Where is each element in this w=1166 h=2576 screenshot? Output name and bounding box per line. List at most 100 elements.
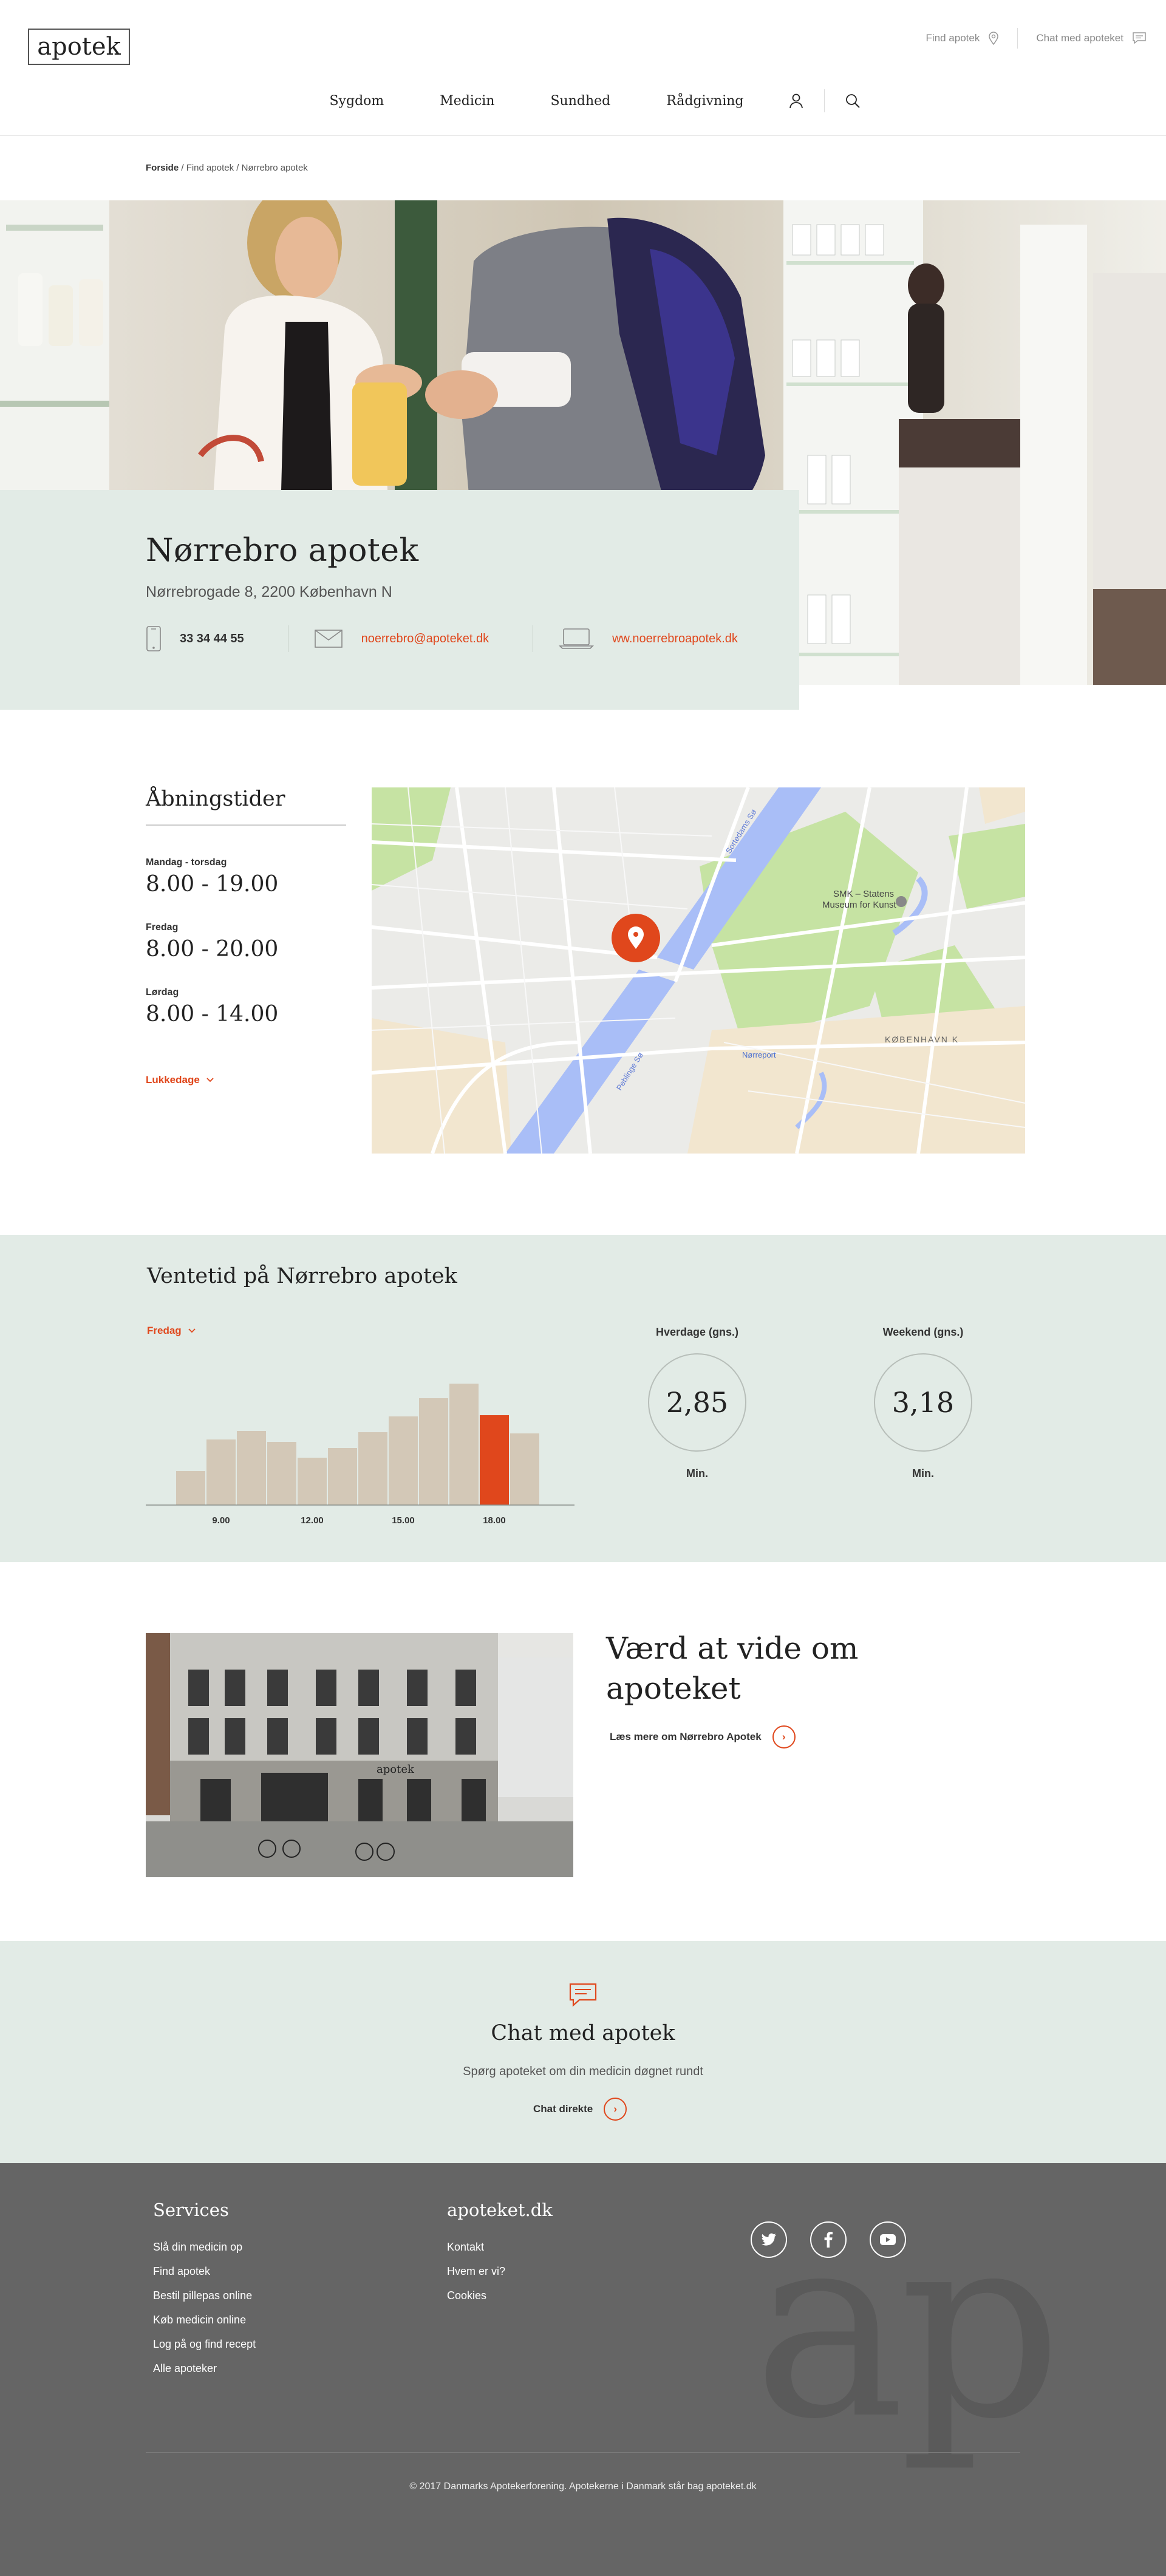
read-more-link[interactable]: Læs mere om Nørrebro Apotek › — [610, 1725, 796, 1748]
nav-medicin[interactable]: Medicin — [440, 93, 494, 109]
footer-link[interactable]: Bestil pillepas online — [153, 2289, 256, 2302]
chart-bar[interactable] — [237, 1431, 266, 1505]
chart-bar[interactable] — [358, 1432, 387, 1505]
weekday-stat: Hverdage (gns.) 2,85 Min. — [636, 1326, 758, 1480]
opening-day: Lørdag 8.00 - 14.00 — [146, 987, 346, 1027]
chat-label: Chat med apoteket — [1036, 32, 1123, 44]
map-pin-icon[interactable] — [612, 914, 660, 962]
about-title: Værd at vide om apoteket — [606, 1631, 859, 1706]
map-label-station: Nørreport — [742, 1050, 776, 1059]
chart-tick-label: 12.00 — [301, 1515, 324, 1526]
stat-unit: Min. — [686, 1467, 708, 1480]
day-hours: 8.00 - 14.00 — [146, 1002, 279, 1027]
footer-link[interactable]: Alle apoteker — [153, 2362, 256, 2375]
read-more-label: Læs mere om Nørrebro Apotek — [610, 1731, 762, 1742]
chart-tick-label: 18.00 — [483, 1515, 506, 1526]
chat-link[interactable]: Chat med apoteket — [1036, 32, 1147, 45]
email-contact[interactable]: noerrebro@apoteket.dk — [314, 625, 559, 652]
youtube-icon[interactable] — [870, 2221, 906, 2258]
chevron-down-icon — [188, 1328, 196, 1333]
footer-link[interactable]: Hvem er vi? — [447, 2265, 553, 2278]
find-apotek-label: Find apotek — [926, 32, 980, 44]
phone-icon — [146, 626, 161, 651]
chart-bar[interactable] — [480, 1415, 509, 1505]
website-link[interactable]: ww.noerrebroapotek.dk — [612, 632, 738, 646]
facebook-icon[interactable] — [810, 2221, 847, 2258]
opening-day: Fredag 8.00 - 20.00 — [146, 922, 346, 962]
footer-link[interactable]: Kontakt — [447, 2241, 553, 2254]
chart-bar[interactable] — [176, 1471, 205, 1505]
divider — [823, 89, 825, 112]
selected-day: Fredag — [147, 1325, 182, 1336]
nav-sundhed[interactable]: Sundhed — [550, 93, 610, 109]
phone-number: 33 34 44 55 — [180, 631, 244, 645]
search-icon[interactable] — [840, 89, 865, 113]
chevron-right-icon: › — [772, 1725, 796, 1748]
footer-link[interactable]: Slå din medicin op — [153, 2241, 256, 2254]
chart-bar[interactable] — [206, 1439, 236, 1505]
stat-value: 3,18 — [874, 1353, 972, 1452]
footer-link[interactable]: Log på og find recept — [153, 2338, 256, 2351]
chart-bar[interactable] — [510, 1433, 539, 1505]
chart-bar[interactable] — [449, 1384, 479, 1505]
day-hours: 8.00 - 20.00 — [146, 937, 279, 962]
map-label-museum: Museum for Kunst — [822, 900, 897, 910]
footer-divider — [146, 2452, 1020, 2453]
contact-row: 33 34 44 55 noerrebro@apoteket.dk ww.noe… — [146, 625, 799, 652]
closed-days-label: Lukkedage — [146, 1074, 200, 1086]
location-map[interactable]: SMK – Statens Museum for Kunst KØBENHAVN… — [372, 787, 1025, 1154]
site-footer: ap Services Slå din medicin op Find apot… — [0, 2163, 1166, 2576]
chart-tick-label: 9.00 — [212, 1515, 230, 1526]
breadcrumb: Forside / Find apotek / Nørrebro apotek — [146, 163, 308, 173]
user-icon[interactable] — [784, 89, 808, 113]
footer-link[interactable]: Find apotek — [153, 2265, 256, 2278]
location-pin-icon — [989, 32, 999, 45]
footer-heading: apoteket.dk — [447, 2200, 553, 2220]
opening-hours: Åbningstider Mandag - torsdag 8.00 - 19.… — [146, 787, 346, 1086]
divider — [1017, 28, 1018, 49]
phone-contact[interactable]: 33 34 44 55 — [146, 625, 314, 652]
find-apotek-link[interactable]: Find apotek — [926, 32, 1000, 45]
footer-link[interactable]: Cookies — [447, 2289, 553, 2302]
envelope-icon — [314, 630, 343, 648]
opening-title: Åbningstider — [146, 787, 346, 826]
footer-link[interactable]: Køb medicin online — [153, 2314, 256, 2326]
stat-unit: Min. — [912, 1467, 934, 1480]
day-selector[interactable]: Fredag — [147, 1325, 196, 1337]
stat-label: Hverdage (gns.) — [655, 1326, 739, 1338]
chart-bar[interactable] — [328, 1448, 357, 1505]
breadcrumb-trail[interactable]: / Find apotek / Nørrebro apotek — [179, 163, 307, 173]
main-nav: Sygdom Medicin Sundhed Rådgivning — [0, 89, 1166, 113]
footer-heading: Services — [153, 2200, 229, 2220]
chat-subtitle: Spørg apoteket om din medicin døgnet run… — [463, 2065, 703, 2078]
chat-direct-button[interactable]: Chat direkte › — [533, 2098, 627, 2121]
wait-title: Ventetid på Nørrebro apotek — [147, 1264, 457, 1288]
chart-tick-label: 15.00 — [392, 1515, 415, 1526]
chevron-right-icon: › — [604, 2098, 627, 2121]
chat-bubble-icon — [569, 1983, 597, 2007]
pharmacy-name: Nørrebro apotek — [146, 532, 419, 569]
email-link[interactable]: noerrebro@apoteket.dk — [361, 632, 489, 646]
utility-links: Find apotek Chat med apoteket — [926, 28, 1147, 49]
apotek-logo[interactable]: apotek — [28, 29, 130, 65]
day-hours: 8.00 - 19.00 — [146, 872, 279, 897]
chart-bar[interactable] — [267, 1442, 296, 1505]
closed-days-toggle[interactable]: Lukkedage — [146, 1074, 346, 1086]
chart-bar[interactable] — [419, 1398, 448, 1505]
map-label-museum: SMK – Statens — [833, 889, 894, 899]
opening-day: Mandag - torsdag 8.00 - 19.00 — [146, 857, 346, 897]
day-label: Lørdag — [146, 987, 179, 997]
website-contact[interactable]: ww.noerrebroapotek.dk — [559, 628, 738, 650]
nav-sygdom[interactable]: Sygdom — [329, 93, 384, 109]
chart-bar[interactable] — [298, 1458, 327, 1505]
site-header: apotek Find apotek Chat med apoteket Syg… — [0, 0, 1166, 136]
nav-raadgivning[interactable]: Rådgivning — [666, 93, 743, 109]
twitter-icon[interactable] — [751, 2221, 787, 2258]
breadcrumb-home[interactable]: Forside — [146, 163, 179, 173]
footer-site: apoteket.dk Kontakt Hvem er vi? Cookies — [447, 2200, 553, 2314]
chart-bar[interactable] — [389, 1416, 418, 1505]
chevron-down-icon — [206, 1078, 214, 1082]
day-label: Mandag - torsdag — [146, 857, 227, 868]
footer-services: Services Slå din medicin op Find apotek … — [153, 2200, 256, 2387]
pharmacy-info-card: Nørrebro apotek Nørrebrogade 8, 2200 Køb… — [0, 490, 799, 710]
